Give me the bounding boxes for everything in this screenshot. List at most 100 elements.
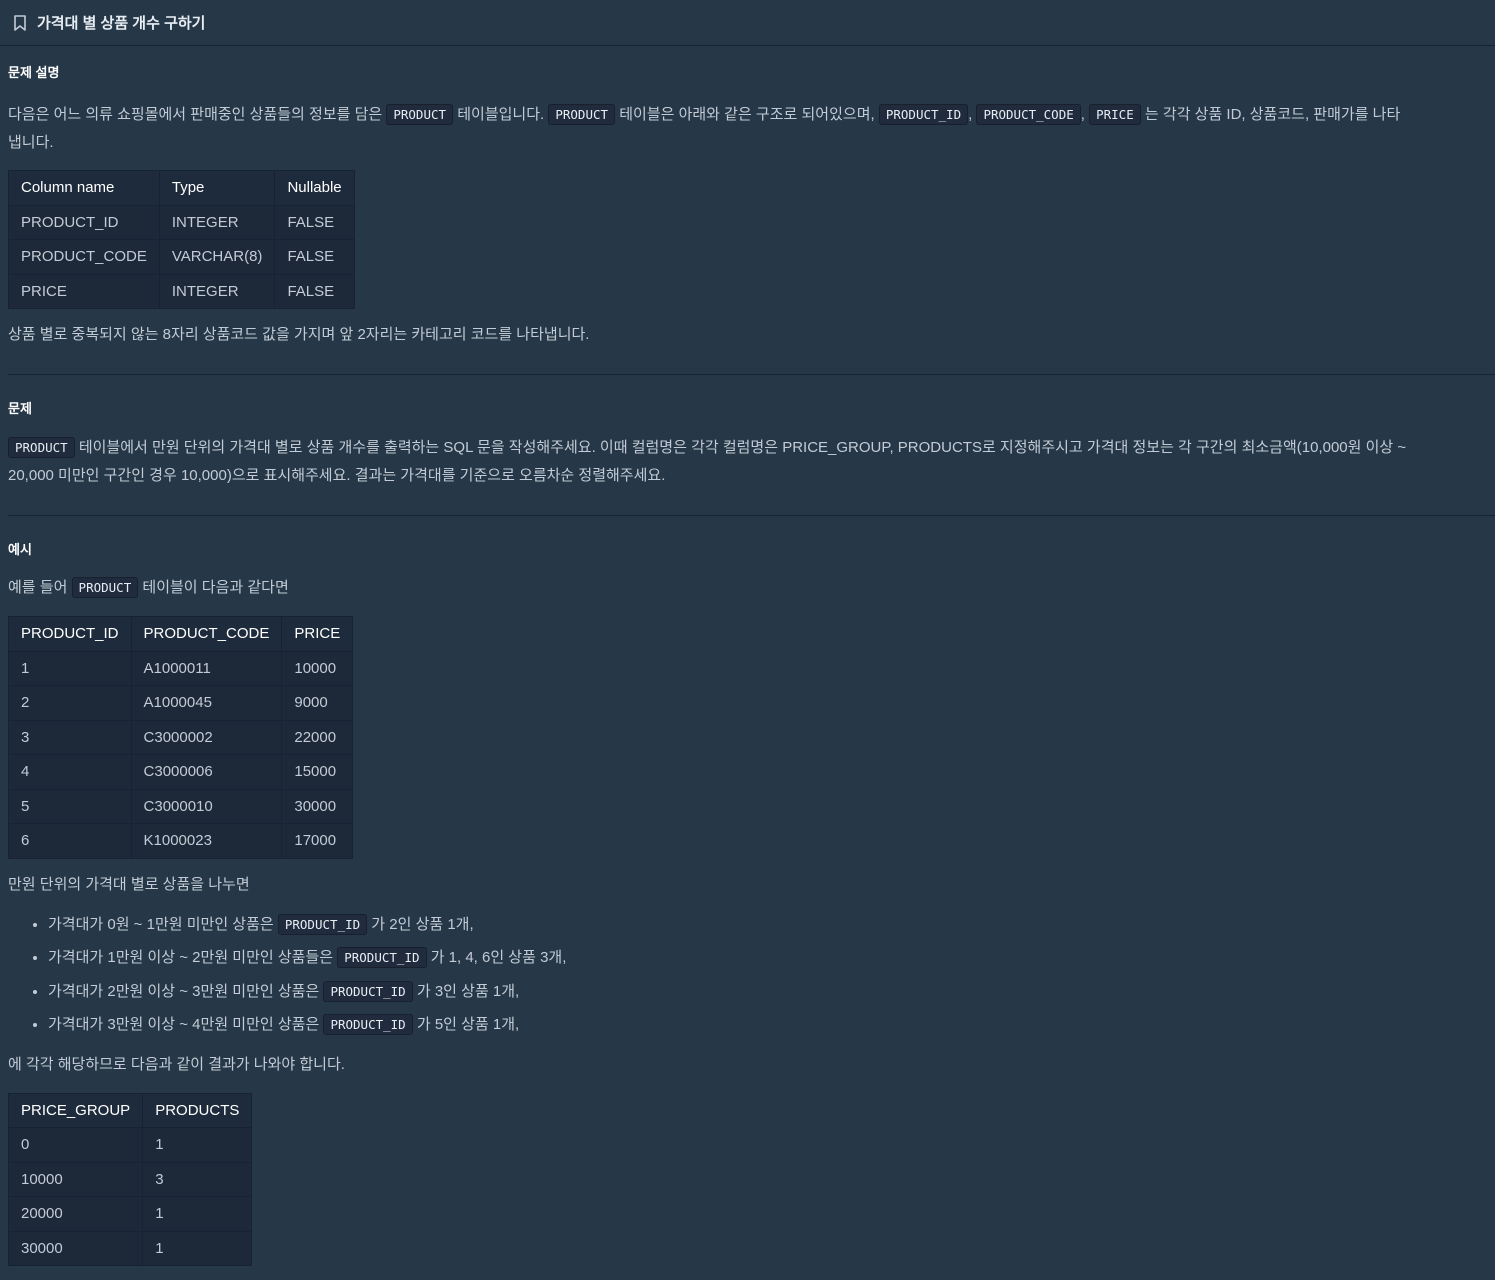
table-header-cell: Type [158,170,276,206]
table-header-cell: PRODUCTS [142,1092,253,1128]
table-cell: FALSE [274,239,355,275]
table-cell: PRICE [8,273,160,309]
table-header-cell: PRODUCT_ID [8,616,132,652]
bookmark-icon[interactable] [12,14,28,32]
table-cell: 1 [142,1196,253,1232]
table-cell: VARCHAR(8) [158,239,276,275]
table-cell: 0 [7,1127,144,1163]
description-paragraph: 다음은 어느 의류 쇼핑몰에서 판매중인 상품들의 정보를 담은 PRODUCT… [8,101,1495,129]
table-cell: FALSE [274,273,355,309]
table-header-cell: PRICE_GROUP [7,1092,144,1128]
product-table: PRODUCT_ID PRODUCT_CODE PRICE 1 A1000011… [8,616,354,859]
table-cell: 1 [8,650,132,686]
table-cell: C3000006 [130,754,283,790]
table-cell: 6 [8,823,132,859]
table-cell: 10000 [281,650,354,686]
text: 테이블입니다. [457,106,545,123]
table-cell: 2 [8,685,132,721]
code-product: PRODUCT [548,104,616,125]
text: 테이블에서 만원 단위의 가격대 별로 상품 개수를 출력하는 SQL 문을 작… [78,439,1407,456]
table-cell: 3 [142,1161,253,1197]
text: 가 5인 상품 1개, [416,1016,520,1033]
list-item: 가격대가 0원 ~ 1만원 미만인 상품은 PRODUCT_ID 가 2인 상품… [48,908,1487,942]
problem-content: 문제 설명 다음은 어느 의류 쇼핑몰에서 판매중인 상품들의 정보를 담은 P… [0,46,1495,1267]
table-cell: 10000 [7,1161,144,1197]
table-row: PRICE INTEGER FALSE [8,273,355,309]
problem-paragraph: PRODUCT 테이블에서 만원 단위의 가격대 별로 상품 개수를 출력하는 … [8,434,1495,462]
table-cell: INTEGER [158,204,276,240]
table-row: 6 K1000023 17000 [8,823,354,859]
text: 가 1, 4, 6인 상품 3개, [430,949,567,966]
table-cell: PRODUCT_CODE [8,239,160,275]
text: 다음은 어느 의류 쇼핑몰에서 판매중인 상품들의 정보를 담은 [8,106,383,123]
list-item: 가격대가 1만원 이상 ~ 2만원 미만인 상품들은 PRODUCT_ID 가 … [48,941,1487,975]
table-row: 1 A1000011 10000 [8,650,354,686]
code-product: PRODUCT [71,577,139,598]
table-cell: A1000045 [130,685,283,721]
code-product-id: PRODUCT_ID [277,913,368,935]
problem-paragraph-cont: 20,000 미만인 구간인 경우 10,000)으로 표시해주세요. 결과는 … [8,467,666,484]
example-split-text: 만원 단위의 가격대 별로 상품을 나누면 [8,875,250,893]
problem-title: 가격대 별 상품 개수 구하기 [37,15,206,32]
table-cell: C3000002 [130,719,283,755]
table-cell: 15000 [281,754,354,790]
table-cell: FALSE [274,204,355,240]
table-cell: 5 [8,788,132,824]
text: 가격대가 2만원 이상 ~ 3만원 미만인 상품은 [48,982,320,1000]
table-row: PRODUCT_ID INTEGER FALSE [8,204,355,240]
example-result-text: 에 각각 해당하므로 다음과 같이 결과가 나와야 합니다. [8,1055,345,1073]
list-item: 가격대가 2만원 이상 ~ 3만원 미만인 상품은 PRODUCT_ID 가 3… [48,975,1487,1009]
result-table: PRICE_GROUP PRODUCTS 0 1 10000 3 20000 1… [7,1092,253,1267]
text: , [968,106,973,123]
table-cell: A1000011 [130,650,283,686]
text: 가격대가 0원 ~ 1만원 미만인 상품은 [48,915,274,933]
code-product-code: PRODUCT_CODE [976,104,1081,125]
description-note: 상품 별로 중복되지 않는 8자리 상품코드 값을 가지며 앞 2자리는 카테고… [8,326,590,343]
code-product-id: PRODUCT_ID [878,104,969,125]
table-header-row: PRODUCT_ID PRODUCT_CODE PRICE [8,616,354,652]
table-cell: C3000010 [130,788,283,824]
table-header-cell: Nullable [274,170,355,206]
problem-header: 가격대 별 상품 개수 구하기 [0,0,1495,46]
text: 가격대가 3만원 이상 ~ 4만원 미만인 상품은 [48,1016,320,1033]
description-paragraph-cont: 냅니다. [8,134,54,151]
table-cell: 3 [8,719,132,755]
table-cell: K1000023 [130,823,283,859]
table-cell: 30000 [7,1230,144,1266]
table-cell: 1 [142,1127,253,1163]
table-cell: 20000 [7,1196,144,1232]
table-header-cell: Column name [8,170,160,206]
table-header-cell: PRICE [281,616,354,652]
table-cell: 1 [142,1230,253,1266]
table-cell: PRODUCT_ID [8,204,160,240]
table-row: 20000 1 [7,1196,253,1232]
table-cell: 4 [8,754,132,790]
code-product-id: PRODUCT_ID [323,1014,413,1035]
table-header-row: Column name Type Nullable [8,170,355,206]
text: 테이블이 다음과 같다면 [142,579,289,596]
table-header-cell: PRODUCT_CODE [130,616,283,652]
text: 예를 들어 [8,579,68,596]
text: 가 3인 상품 1개, [416,982,520,1000]
code-price: PRICE [1089,104,1141,125]
text: 테이블은 아래와 같은 구조로 되어있으며, [619,106,875,123]
price-group-list: 가격대가 0원 ~ 1만원 미만인 상품은 PRODUCT_ID 가 2인 상품… [8,908,1487,1042]
table-cell: 30000 [281,788,354,824]
code-product: PRODUCT [386,104,454,125]
text: 가 2인 상품 1개, [371,915,474,933]
table-row: 0 1 [7,1127,253,1163]
table-row: 5 C3000010 30000 [8,788,354,824]
code-product-id: PRODUCT_ID [337,947,427,968]
section-heading-example: 예시 [8,542,32,557]
table-row: 3 C3000002 22000 [8,719,354,755]
table-row: 10000 3 [7,1161,253,1197]
table-row: PRODUCT_CODE VARCHAR(8) FALSE [8,239,355,275]
table-cell: 22000 [281,719,354,755]
table-cell: INTEGER [158,273,276,309]
table-header-row: PRICE_GROUP PRODUCTS [7,1092,253,1128]
schema-table: Column name Type Nullable PRODUCT_ID INT… [8,170,355,309]
text: 는 각각 상품 ID, 상품코드, 판매가를 나타 [1144,106,1401,123]
section-heading-problem: 문제 [8,401,32,416]
code-product: PRODUCT [8,437,75,458]
text: 가격대가 1만원 이상 ~ 2만원 미만인 상품들은 [48,949,334,966]
